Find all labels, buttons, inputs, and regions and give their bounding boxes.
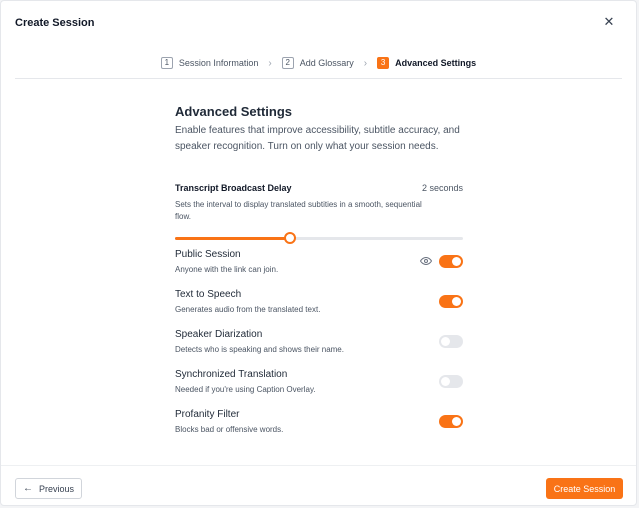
dialog-header: Create Session ✕	[1, 1, 636, 47]
text-to-speech-toggle[interactable]	[439, 295, 463, 308]
create-session-dialog: Create Session ✕ 1 Session Information ›…	[0, 0, 637, 506]
setting-speaker-diarization: Speaker Diarization Detects who is speak…	[175, 329, 463, 359]
toggle-knob	[452, 417, 461, 426]
slider-fill	[175, 237, 291, 240]
header-divider	[15, 78, 622, 79]
section-title: Advanced Settings	[175, 104, 293, 119]
setting-name: Synchronized Translation	[175, 369, 288, 380]
chevron-right-icon: ›	[268, 57, 272, 69]
profanity-filter-toggle[interactable]	[439, 415, 463, 428]
setting-description: Generates audio from the translated text…	[175, 305, 321, 314]
step-number: 3	[377, 57, 390, 69]
toggle-knob	[441, 337, 450, 346]
setting-description: Detects who is speaking and shows their …	[175, 345, 344, 354]
previous-button[interactable]: ← Previous	[15, 478, 82, 499]
broadcast-delay-slider[interactable]	[175, 231, 463, 245]
create-session-button[interactable]: Create Session	[546, 478, 623, 499]
footer-divider	[1, 465, 636, 466]
step-number: 2	[281, 57, 294, 69]
toggle-knob	[452, 257, 461, 266]
previous-button-label: Previous	[38, 483, 74, 494]
setting-name: Speaker Diarization	[175, 329, 263, 340]
public-session-toggle[interactable]	[439, 255, 463, 268]
setting-public-session: Public Session Anyone with the link can …	[175, 249, 463, 279]
broadcast-delay-setting: Transcript Broadcast Delay 2 seconds Set…	[175, 183, 463, 245]
arrow-left-icon: ←	[22, 483, 33, 494]
setting-description: Needed if you're using Caption Overlay.	[175, 385, 316, 394]
setting-name: Text to Speech	[175, 289, 242, 300]
step-label: Session Information	[178, 58, 259, 68]
setting-synchronized-translation: Synchronized Translation Needed if you'r…	[175, 369, 463, 399]
step-session-information[interactable]: 1 Session Information	[160, 57, 259, 69]
toggle-knob	[441, 377, 450, 386]
step-advanced-settings[interactable]: 3 Advanced Settings	[377, 57, 476, 69]
setting-name: Profanity Filter	[175, 409, 240, 420]
broadcast-delay-description: Sets the interval to display translated …	[175, 200, 422, 221]
step-number: 1	[160, 57, 173, 69]
stepper: 1 Session Information › 2 Add Glossary ›…	[1, 55, 636, 71]
step-label: Add Glossary	[299, 58, 354, 68]
slider-thumb[interactable]	[284, 232, 297, 244]
toggle-knob	[452, 297, 461, 306]
section-description: Enable features that improve accessibili…	[175, 125, 460, 152]
step-label: Advanced Settings	[395, 58, 477, 68]
step-add-glossary[interactable]: 2 Add Glossary	[281, 57, 354, 69]
broadcast-delay-label: Transcript Broadcast Delay	[175, 183, 292, 193]
setting-description: Blocks bad or offensive words.	[175, 425, 284, 434]
chevron-right-icon: ›	[363, 57, 368, 69]
close-icon[interactable]: ✕	[602, 15, 616, 29]
setting-text-to-speech: Text to Speech Generates audio from the …	[175, 289, 463, 319]
advanced-settings-panel: Advanced Settings Enable features that i…	[175, 104, 463, 434]
broadcast-delay-value: 2 seconds	[421, 183, 463, 193]
synchronized-translation-toggle[interactable]	[439, 375, 463, 388]
dialog-title: Create Session	[15, 17, 95, 29]
setting-profanity-filter: Profanity Filter Blocks bad or offensive…	[175, 409, 463, 439]
speaker-diarization-toggle[interactable]	[439, 335, 463, 348]
eye-icon[interactable]	[420, 255, 432, 267]
